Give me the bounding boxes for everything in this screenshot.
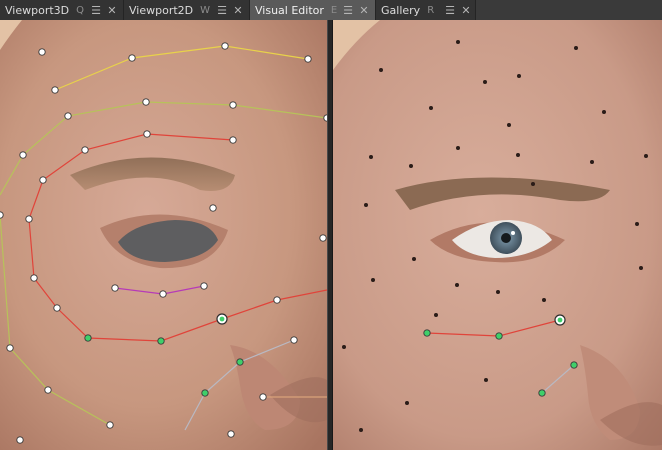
close-icon[interactable]: ✕ [106,0,118,20]
hamburger-menu-icon[interactable]: ☰ [444,0,456,20]
tab-shortcut: Q [76,4,84,16]
visual-editor-viewport[interactable] [0,20,327,450]
app-window: Viewport3D Q ☰ ✕ Viewport2D W ☰ ✕ Visual… [0,0,662,450]
hamburger-menu-icon[interactable]: ☰ [342,0,354,20]
control-point[interactable] [39,176,47,184]
landmark-marker [483,80,487,84]
landmark-marker [639,266,643,270]
selected-control-point-core [219,316,225,322]
control-point[interactable] [64,112,72,120]
landmark-marker [379,68,383,72]
tab-shortcut: E [330,4,338,16]
landmark-marker [429,106,433,110]
landmark-marker [359,428,363,432]
tab-viewport3d[interactable]: Viewport3D Q ☰ ✕ [0,0,124,20]
control-point[interactable] [221,42,229,50]
active-control-point[interactable] [570,361,578,369]
control-point[interactable] [111,284,119,292]
active-control-point[interactable] [157,337,165,345]
landmark-marker [590,160,594,164]
control-point[interactable] [229,101,237,109]
control-point[interactable] [143,130,151,138]
hamburger-menu-icon[interactable]: ☰ [216,0,228,20]
tab-gallery[interactable]: Gallery R ☰ ✕ [376,0,476,20]
selected-control-point-core [557,317,563,323]
active-control-point[interactable] [201,389,209,397]
landmark-marker [516,153,520,157]
tab-label: Viewport3D [5,3,70,17]
tab-label: Visual Editor [255,3,324,17]
control-point[interactable] [30,274,38,282]
tab-visual-editor[interactable]: Visual Editor E ☰ ✕ [250,0,376,20]
control-point[interactable] [319,234,327,242]
landmark-marker [542,298,546,302]
control-point[interactable] [6,344,14,352]
control-point[interactable] [259,393,267,401]
landmark-marker [507,123,511,127]
active-control-point[interactable] [423,329,431,337]
close-icon[interactable]: ✕ [358,0,370,20]
landmark-marker [644,154,648,158]
landmark-marker [364,203,368,207]
tab-viewport2d[interactable]: Viewport2D W ☰ ✕ [124,0,250,20]
landmark-marker [342,345,346,349]
control-point[interactable] [128,54,136,62]
control-point[interactable] [19,151,27,159]
close-icon[interactable]: ✕ [460,0,472,20]
gallery-viewport[interactable] [333,20,662,450]
landmark-marker [517,74,521,78]
control-point[interactable] [38,48,46,56]
control-point[interactable] [106,421,114,429]
tab-shortcut: R [427,4,435,16]
landmark-marker [484,378,488,382]
gallery-canvas[interactable] [333,20,662,450]
landmark-marker [371,278,375,282]
control-point[interactable] [159,290,167,298]
landmark-marker [405,401,409,405]
landmark-marker [574,46,578,50]
tab-label: Viewport2D [129,3,194,17]
control-point[interactable] [142,98,150,106]
landmark-marker [635,222,639,226]
active-control-point[interactable] [538,389,546,397]
active-control-point[interactable] [236,358,244,366]
control-point[interactable] [0,211,4,219]
landmark-marker [456,40,460,44]
control-point[interactable] [209,204,217,212]
control-point[interactable] [81,146,89,154]
hamburger-menu-icon[interactable]: ☰ [90,0,102,20]
landmark-marker [369,155,373,159]
control-point[interactable] [44,386,52,394]
control-point[interactable] [25,215,33,223]
landmark-marker [455,283,459,287]
control-point[interactable] [53,304,61,312]
control-point[interactable] [290,336,298,344]
control-point[interactable] [200,282,208,290]
tab-shortcut: W [200,4,211,16]
active-control-point[interactable] [84,334,92,342]
close-icon[interactable]: ✕ [232,0,244,20]
eye-highlight [511,231,515,235]
landmark-marker [456,146,460,150]
tab-bar: Viewport3D Q ☰ ✕ Viewport2D W ☰ ✕ Visual… [0,0,662,21]
landmark-marker [409,164,413,168]
tab-label: Gallery [381,3,421,17]
landmark-marker [412,257,416,261]
visual-editor-canvas[interactable] [0,20,327,450]
control-point[interactable] [227,430,235,438]
active-control-point[interactable] [495,332,503,340]
control-point[interactable] [304,55,312,63]
control-point[interactable] [273,296,281,304]
landmark-marker [496,290,500,294]
pupil [501,233,511,243]
control-point[interactable] [229,136,237,144]
landmark-marker [434,313,438,317]
control-point[interactable] [16,436,24,444]
landmark-marker [531,182,535,186]
control-point[interactable] [51,86,59,94]
landmark-marker [602,110,606,114]
